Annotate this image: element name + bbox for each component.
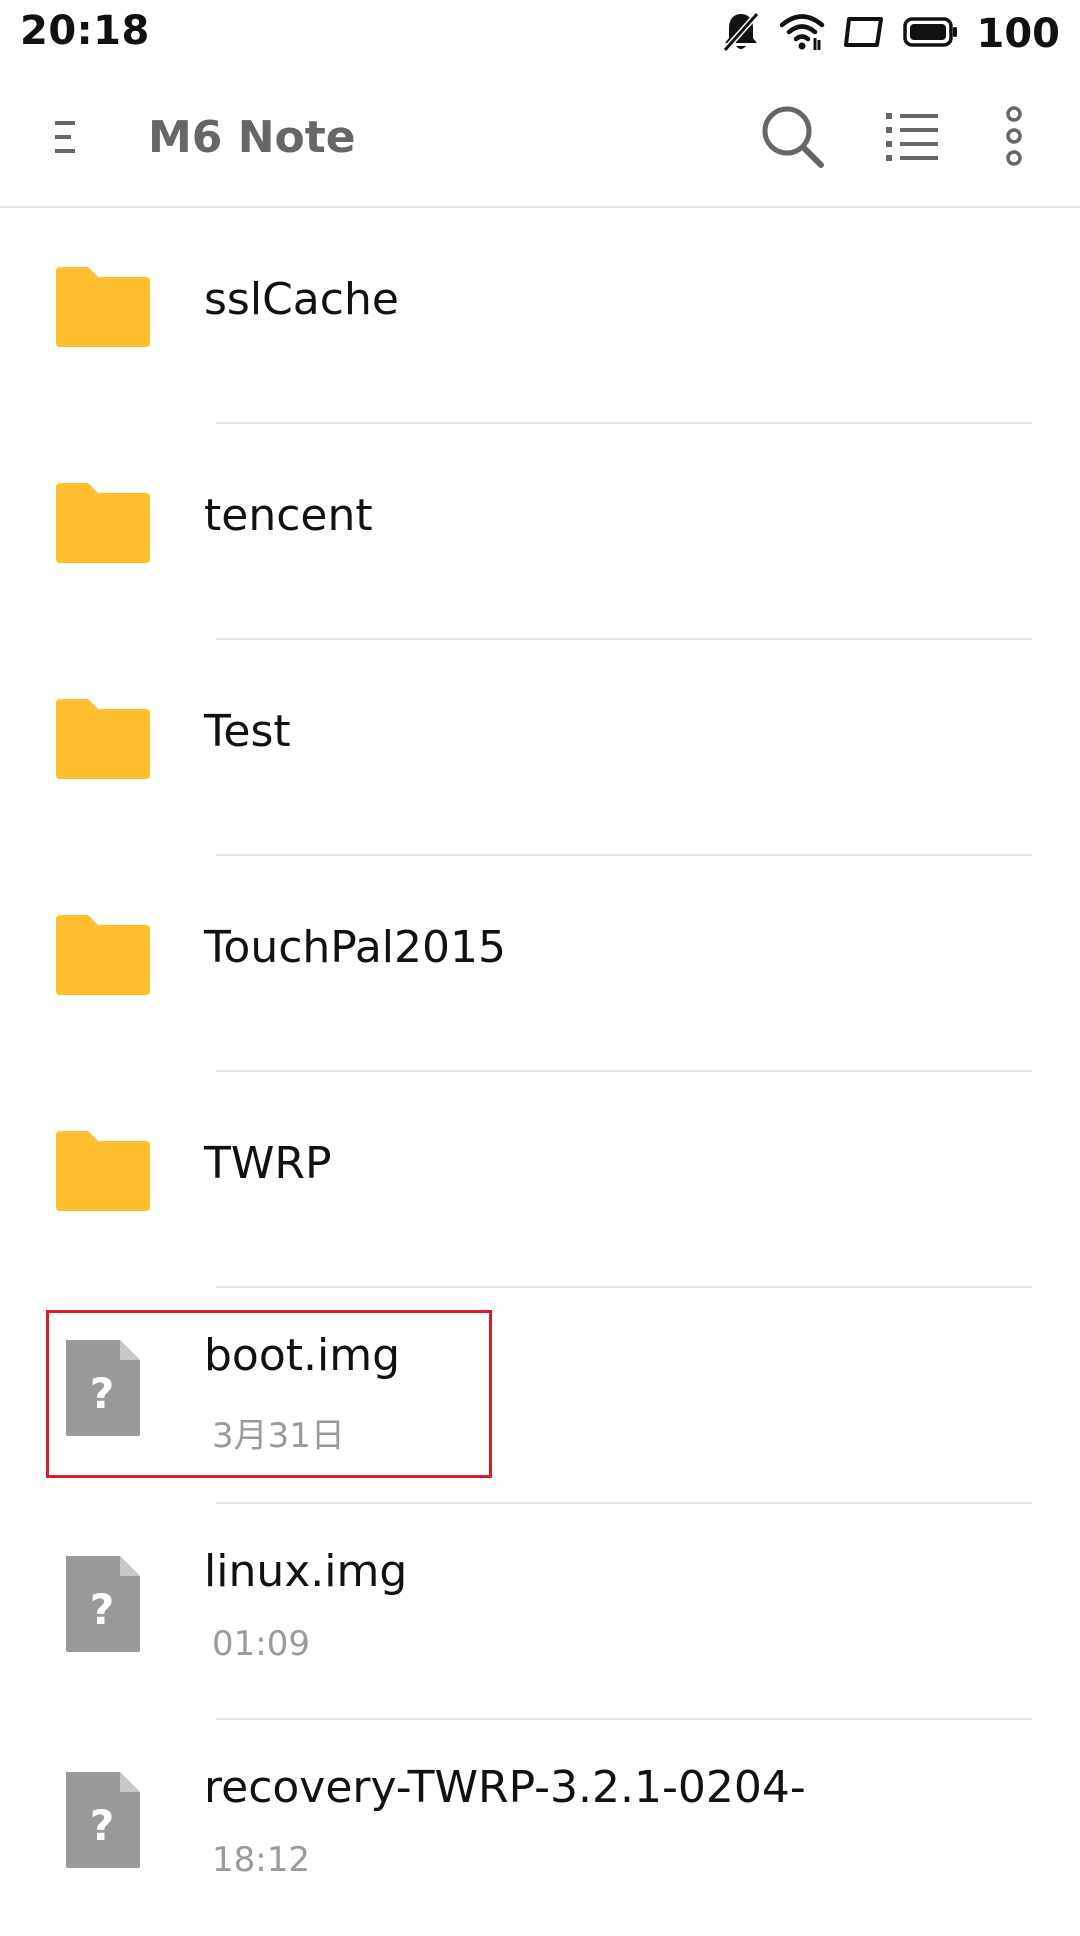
unknown-file-icon: ? — [52, 1770, 152, 1870]
folder-icon — [52, 474, 152, 574]
battery-level: 100 — [976, 11, 1061, 57]
more-options-button[interactable] — [974, 98, 1054, 178]
folder-icon — [52, 1122, 152, 1222]
status-time: 20:18 — [20, 8, 150, 54]
unknown-file-icon: ? — [52, 1338, 152, 1438]
svg-text:?: ? — [90, 1369, 114, 1418]
unknown-file-icon: ? — [52, 1554, 152, 1654]
list-item[interactable]: tencent — [0, 424, 1080, 640]
mute-icon — [721, 10, 761, 58]
file-list: sslCache tencent Test TouchPal2015 TWRP … — [0, 208, 1080, 1936]
list-view-icon — [884, 109, 940, 167]
folder-icon — [52, 690, 152, 790]
item-name: boot.img — [204, 1330, 401, 1381]
list-item[interactable]: sslCache — [0, 208, 1080, 424]
more-icon — [1004, 106, 1024, 170]
list-item[interactable]: ? boot.img 3月31日 — [0, 1288, 1080, 1504]
item-date: 18:12 — [212, 1840, 310, 1880]
status-bar: 20:18 100 — [0, 0, 1080, 68]
folder-icon — [52, 258, 152, 358]
battery-icon — [902, 16, 959, 52]
svg-text:?: ? — [90, 1801, 114, 1850]
svg-text:?: ? — [90, 1585, 114, 1634]
list-item[interactable]: ? linux.img 01:09 — [0, 1504, 1080, 1720]
item-name: Test — [204, 706, 291, 757]
item-name: linux.img — [204, 1546, 408, 1597]
item-name: recovery-TWRP-3.2.1-0204- — [204, 1762, 806, 1813]
search-button[interactable] — [752, 98, 832, 178]
item-date: 01:09 — [212, 1624, 310, 1664]
search-icon — [759, 103, 825, 173]
list-item[interactable]: ? recovery-TWRP-3.2.1-0204- 18:12 — [0, 1720, 1080, 1936]
page-title: M6 Note — [148, 112, 356, 163]
folder-icon — [52, 906, 152, 1006]
wifi-icon — [779, 12, 825, 56]
item-date: 3月31日 — [212, 1416, 345, 1456]
menu-button[interactable] — [40, 114, 90, 164]
item-name: tencent — [204, 490, 373, 541]
list-view-button[interactable] — [872, 98, 952, 178]
item-name: sslCache — [204, 274, 399, 325]
toolbar: M6 Note — [0, 68, 1080, 208]
screen-icon — [843, 15, 885, 53]
menu-icon — [53, 117, 77, 161]
list-item[interactable]: TouchPal2015 — [0, 856, 1080, 1072]
list-item[interactable]: Test — [0, 640, 1080, 856]
status-icons: 100 — [721, 8, 1061, 60]
list-item[interactable]: TWRP — [0, 1072, 1080, 1288]
item-name: TouchPal2015 — [204, 922, 507, 973]
item-name: TWRP — [204, 1138, 332, 1189]
